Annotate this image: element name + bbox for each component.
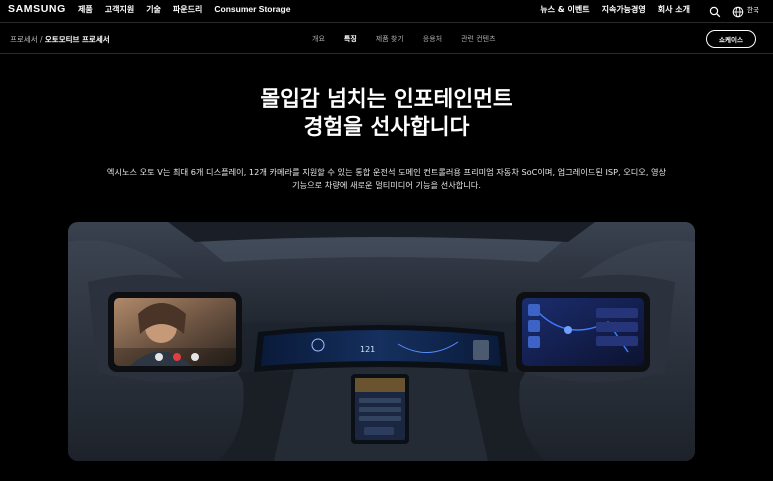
car-interior-illustration: 121 xyxy=(68,222,695,461)
tab-features[interactable]: 특징 xyxy=(344,34,357,44)
tab-find-products[interactable]: 제품 찾기 xyxy=(376,34,404,44)
headline-line-1: 몰입감 넘치는 인포테인먼트 xyxy=(260,87,513,112)
breadcrumb-current: 오토모티브 프로세서 xyxy=(44,35,110,44)
description-line-2: 기능으로 차량에 새로운 멀티미디어 기능을 선사합니다. xyxy=(292,180,481,190)
nav-item-sustainability[interactable]: 지속가능경영 xyxy=(602,4,646,15)
search-icon[interactable] xyxy=(709,3,721,18)
samsung-logo[interactable]: SAMSUNG xyxy=(8,3,66,15)
tab-overview[interactable]: 개요 xyxy=(312,34,325,44)
headline-line-2: 경험을 선사합니다 xyxy=(303,115,470,140)
language-label[interactable]: 한국 xyxy=(747,4,759,14)
nav-item-technology[interactable]: 기술 xyxy=(146,4,161,15)
nav-item-products[interactable]: 제품 xyxy=(78,4,93,15)
page-description: 엑시노스 오토 V는 최대 6개 디스플레이, 12개 카메라를 지원할 수 있… xyxy=(0,166,773,192)
showcase-button[interactable]: 쇼케이스 xyxy=(706,30,756,48)
utility-menu: 한국 xyxy=(709,3,759,18)
page-headline: 몰입감 넘치는 인포테인먼트 경험을 선사합니다 xyxy=(0,86,773,142)
nav-item-foundry[interactable]: 파운드리 xyxy=(173,4,202,15)
hero-car-interior-image: 121 xyxy=(68,222,695,461)
nav-item-support[interactable]: 고객지원 xyxy=(105,4,134,15)
global-nav: SAMSUNG 제품 고객지원 기술 파운드리 Consumer Storage… xyxy=(0,0,773,22)
section-tabs: 개요 특징 제품 찾기 응용처 관련 컨텐츠 xyxy=(312,34,515,44)
tab-applications[interactable]: 응용처 xyxy=(423,34,442,44)
breadcrumb-parent[interactable]: 프로세서 / xyxy=(10,35,43,44)
nav-item-consumer-storage[interactable]: Consumer Storage xyxy=(214,4,290,15)
breadcrumb: 프로세서 / 오토모티브 프로세서 xyxy=(10,34,110,45)
secondary-menu: 뉴스 & 이벤트 지속가능경영 회사 소개 xyxy=(528,4,690,15)
tab-related-content[interactable]: 관련 컨텐츠 xyxy=(461,34,495,44)
globe-icon[interactable] xyxy=(732,3,744,18)
main-menu: 제품 고객지원 기술 파운드리 Consumer Storage xyxy=(78,4,302,15)
nav-item-news[interactable]: 뉴스 & 이벤트 xyxy=(540,4,589,15)
speed-readout: 121 xyxy=(360,345,375,354)
nav-item-about[interactable]: 회사 소개 xyxy=(658,4,690,15)
product-subnav: 프로세서 / 오토모티브 프로세서 개요 특징 제품 찾기 응용처 관련 컨텐츠… xyxy=(0,22,773,54)
description-line-1: 엑시노스 오토 V는 최대 6개 디스플레이, 12개 카메라를 지원할 수 있… xyxy=(106,167,667,177)
